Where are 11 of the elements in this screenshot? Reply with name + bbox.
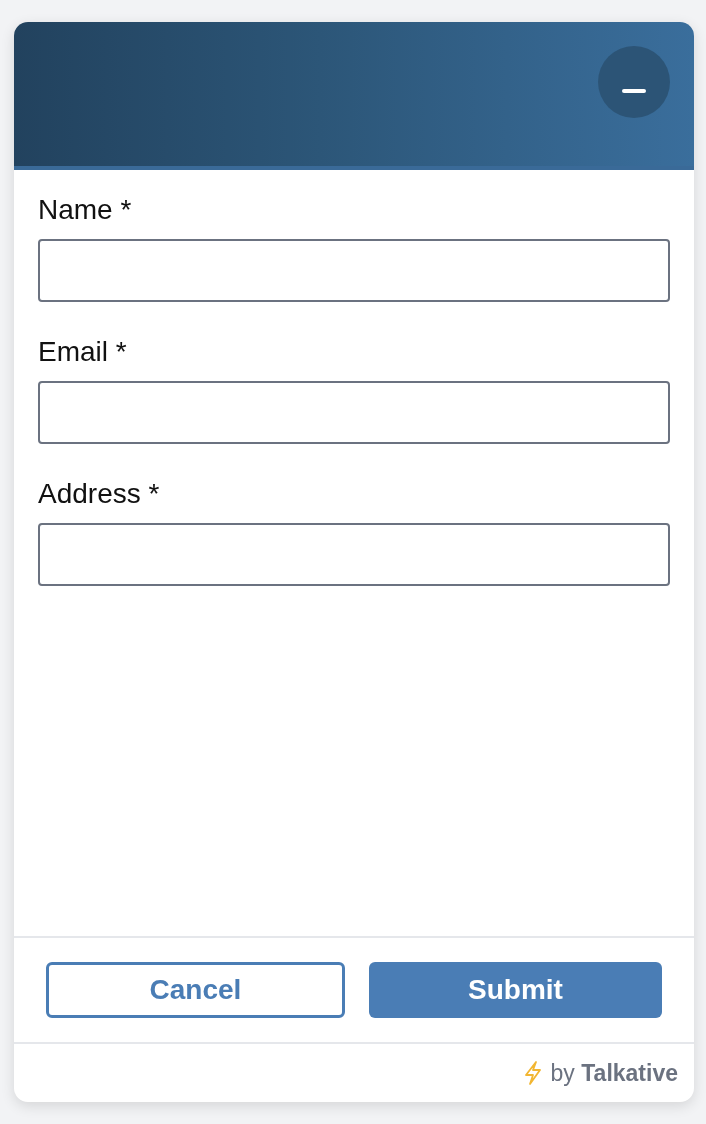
minimize-icon [622, 89, 646, 93]
input-field[interactable] [38, 239, 670, 302]
input-field[interactable] [38, 523, 670, 586]
powered-by-text: by Talkative [550, 1059, 678, 1087]
field-label: Name * [38, 194, 133, 226]
lightning-icon [522, 1061, 543, 1085]
field-label: Email * [38, 336, 128, 368]
cancel-button[interactable]: Cancel [46, 962, 345, 1018]
input-field[interactable] [38, 381, 670, 444]
field-label: Address * [38, 478, 161, 510]
submit-button[interactable]: Submit [369, 962, 662, 1018]
